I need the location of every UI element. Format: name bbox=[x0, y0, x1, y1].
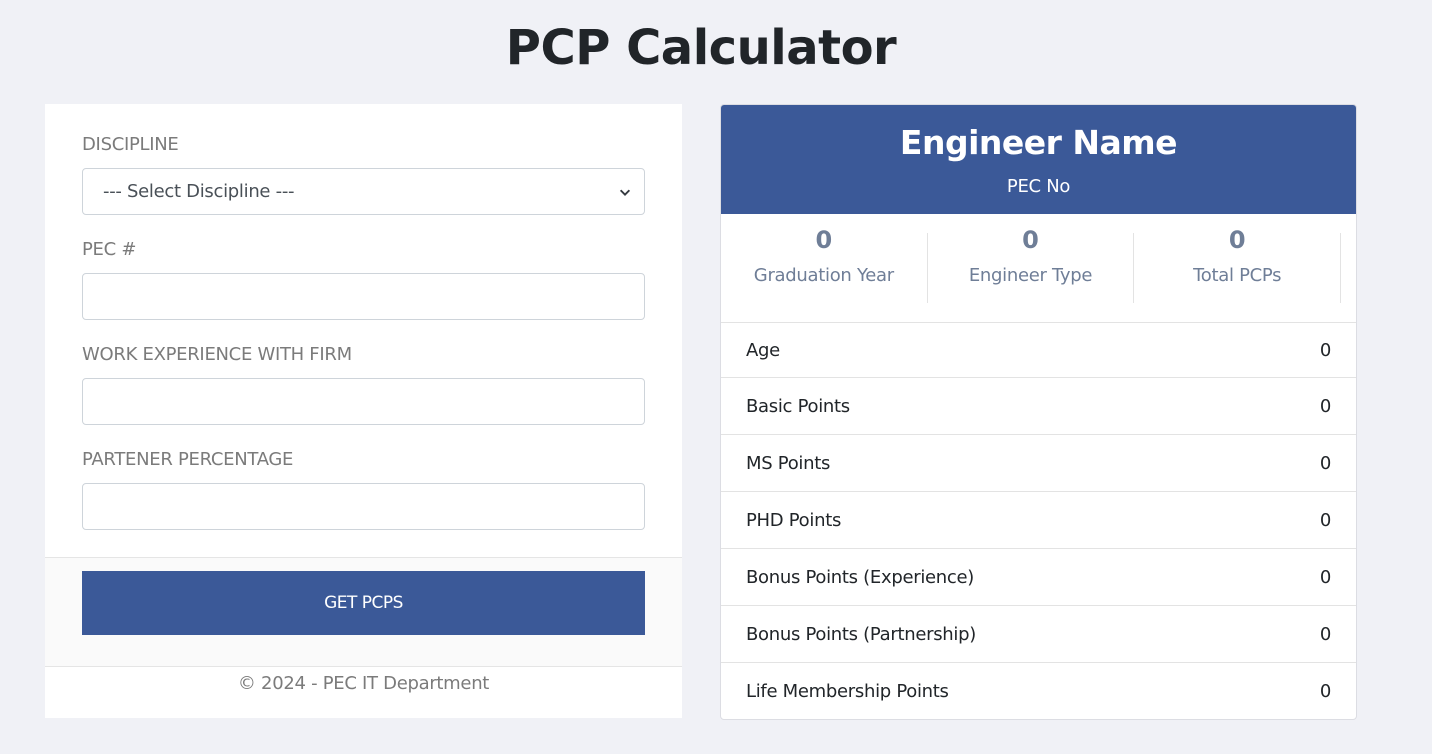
list-item-life-membership: Life Membership Points 0 bbox=[721, 663, 1356, 719]
points-list: Age 0 Basic Points 0 MS Points 0 PHD Poi… bbox=[721, 323, 1356, 719]
stat-label: Engineer Type bbox=[968, 265, 1093, 286]
stat-total-pcps: 0 Total PCPs bbox=[1134, 226, 1342, 303]
engineer-name: Engineer Name bbox=[899, 123, 1178, 162]
stat-label: Total PCPs bbox=[1193, 265, 1282, 286]
discipline-select[interactable]: --- Select Discipline --- bbox=[82, 168, 645, 215]
calculator-form-card: DISCIPLINE --- Select Discipline --- PEC… bbox=[45, 104, 682, 718]
list-item-ms-points: MS Points 0 bbox=[721, 435, 1356, 492]
row-label: MS Points bbox=[746, 452, 831, 474]
get-pcps-button[interactable]: GET PCPS bbox=[82, 571, 645, 635]
row-value: 0 bbox=[1319, 395, 1331, 417]
row-value: 0 bbox=[1319, 452, 1331, 474]
result-header: Engineer Name PEC No bbox=[721, 105, 1356, 214]
discipline-select-value: --- Select Discipline --- bbox=[103, 181, 295, 202]
form-actions: GET PCPS bbox=[45, 557, 682, 667]
pec-number-field: PEC # bbox=[82, 239, 645, 320]
discipline-label: DISCIPLINE bbox=[82, 134, 179, 155]
partner-percentage-field: PARTENER PERCENTAGE bbox=[82, 449, 645, 530]
list-item-bonus-partnership: Bonus Points (Partnership) 0 bbox=[721, 606, 1356, 663]
row-value: 0 bbox=[1319, 509, 1331, 531]
stat-value: 0 bbox=[1228, 226, 1246, 254]
row-label: Basic Points bbox=[746, 395, 850, 417]
page-title: PCP Calculator bbox=[505, 20, 897, 76]
row-label: Life Membership Points bbox=[746, 681, 949, 702]
row-label: Age bbox=[746, 339, 780, 361]
stat-label: Graduation Year bbox=[753, 265, 894, 286]
pec-no: PEC No bbox=[1006, 176, 1071, 197]
result-card: Engineer Name PEC No 0 Graduation Year 0… bbox=[720, 104, 1357, 720]
row-value: 0 bbox=[1319, 339, 1331, 361]
partner-percentage-input-box bbox=[82, 483, 645, 530]
row-value: 0 bbox=[1319, 681, 1331, 702]
list-item-basic-points: Basic Points 0 bbox=[721, 378, 1356, 435]
row-value: 0 bbox=[1319, 566, 1331, 588]
list-item-phd-points: PHD Points 0 bbox=[721, 492, 1356, 549]
work-experience-label: WORK EXPERIENCE WITH FIRM bbox=[82, 344, 352, 365]
row-label: PHD Points bbox=[746, 509, 842, 531]
list-item-bonus-experience: Bonus Points (Experience) 0 bbox=[721, 549, 1356, 606]
work-experience-field: WORK EXPERIENCE WITH FIRM bbox=[82, 344, 645, 425]
partner-percentage-label: PARTENER PERCENTAGE bbox=[82, 449, 294, 470]
footer-copyright: © 2024 - PEC IT Department bbox=[237, 673, 490, 694]
pec-number-input[interactable] bbox=[83, 274, 644, 319]
partner-percentage-input[interactable] bbox=[83, 484, 644, 529]
pec-number-label: PEC # bbox=[82, 239, 137, 260]
stat-graduation-year: 0 Graduation Year bbox=[721, 226, 928, 303]
discipline-field: DISCIPLINE --- Select Discipline --- bbox=[82, 134, 645, 215]
stat-engineer-type: 0 Engineer Type bbox=[928, 226, 1135, 303]
work-experience-input[interactable] bbox=[83, 379, 644, 424]
pec-number-input-box bbox=[82, 273, 645, 320]
form-body: DISCIPLINE --- Select Discipline --- PEC… bbox=[45, 104, 682, 557]
work-experience-input-box bbox=[82, 378, 645, 425]
stat-value: 0 bbox=[1022, 226, 1039, 254]
chevron-down-icon bbox=[619, 189, 631, 196]
row-value: 0 bbox=[1319, 623, 1331, 645]
list-item-age: Age 0 bbox=[721, 323, 1356, 378]
row-label: Bonus Points (Experience) bbox=[746, 566, 974, 588]
stats-row: 0 Graduation Year 0 Engineer Type 0 Tota… bbox=[721, 214, 1356, 323]
row-label: Bonus Points (Partnership) bbox=[746, 623, 976, 645]
stat-value: 0 bbox=[815, 226, 833, 254]
